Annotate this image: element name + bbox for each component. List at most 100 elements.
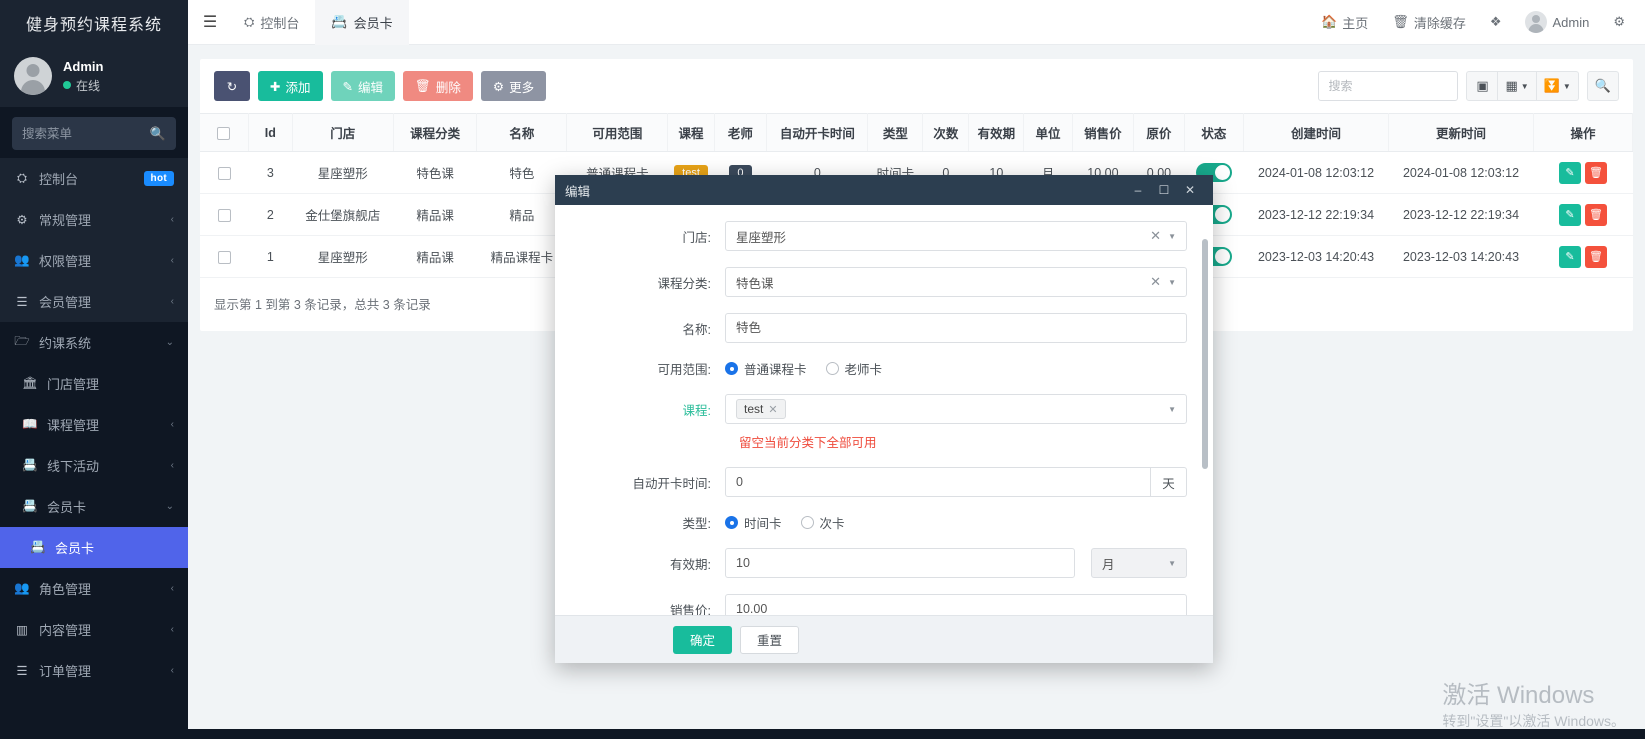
refresh-button[interactable]: ↻ — [214, 71, 250, 101]
store-select[interactable]: 星座塑形 ✕ ▼ — [725, 221, 1187, 251]
name-input[interactable]: 特色 — [725, 313, 1187, 343]
sale-price-input[interactable]: 10.00 — [725, 594, 1187, 615]
sidebar-item-角色管理[interactable]: 👥 角色管理 ‹ — [0, 568, 188, 609]
row-select-cell[interactable] — [200, 193, 249, 236]
topbar-right: 🏠 主页 🗑 清除缓存 ❖ Admin ⚙ — [1309, 0, 1645, 45]
upload-icon: ⏬ — [1543, 78, 1560, 93]
modal-scrollbar[interactable] — [1202, 239, 1208, 469]
reset-button[interactable]: 重置 — [740, 625, 800, 654]
column-header-Id: Id — [248, 113, 293, 152]
field-type-label: 类型: — [682, 517, 711, 531]
edit-button[interactable]: ✎ 编辑 — [330, 71, 395, 101]
maximize-icon[interactable]: ☐ — [1151, 183, 1177, 197]
row-select-cell[interactable] — [200, 235, 249, 278]
course-tag[interactable]: test ✕ — [736, 399, 786, 419]
tab-会员卡[interactable]: 📇 会员卡 — [315, 0, 409, 45]
menu-search-input[interactable] — [22, 126, 142, 141]
topbar-fullscreen[interactable]: ❖ — [1478, 0, 1514, 45]
fullscreen-table-icon[interactable]: ▣ — [1466, 71, 1499, 101]
scope-option-teacher[interactable]: 老师卡 — [825, 359, 883, 378]
sidebar-item-线下活动[interactable]: 📇 线下活动 ‹ — [0, 445, 188, 486]
taskbar — [0, 729, 1645, 739]
scope-option-normal[interactable]: 普通课程卡 — [725, 359, 807, 378]
course-multiselect[interactable]: test ✕ ▼ — [725, 394, 1187, 424]
sidebar-badge: hot — [143, 171, 174, 186]
close-icon[interactable]: ✕ — [1177, 183, 1203, 197]
type-option-count[interactable]: 次卡 — [800, 513, 845, 532]
topbar-settings[interactable]: ⚙ — [1601, 0, 1637, 45]
course-tag-label: test — [744, 402, 764, 416]
chevron-down-icon: ▼ — [1168, 558, 1176, 568]
sidebar-item-会员管理[interactable]: ☰ 会员管理 ‹ — [0, 281, 188, 322]
more-button[interactable]: ⚙ 更多 — [480, 71, 547, 101]
sidebar-item-内容管理[interactable]: ▥ 内容管理 ‹ — [0, 609, 188, 650]
select-all-header[interactable] — [200, 113, 249, 152]
sidebar-item-课程管理[interactable]: 📖 课程管理 ‹ — [0, 404, 188, 445]
field-course-label: 课程: — [682, 403, 711, 418]
topbar-clear-cache[interactable]: 🗑 清除缓存 — [1380, 0, 1478, 45]
cell-category: 精品课 — [393, 235, 477, 278]
row-delete-button[interactable]: 🗑 — [1585, 203, 1607, 226]
sidebar-user[interactable]: Admin 在线 — [0, 45, 188, 107]
valid-unit-select[interactable]: 月 ▼ — [1091, 548, 1187, 578]
gear-icon: ⚙ — [492, 79, 505, 94]
row-edit-button[interactable]: ✎ — [1559, 203, 1581, 226]
select-all-checkbox[interactable] — [217, 126, 231, 140]
remove-tag-icon[interactable]: ✕ — [768, 403, 777, 416]
advanced-search-icon[interactable]: 🔍 — [1586, 71, 1619, 101]
field-valid: 有效期: 10 月 ▼ — [555, 548, 1213, 578]
refresh-icon: ↻ — [226, 79, 238, 94]
columns-toggle-icon[interactable]: ▦ ▼ — [1498, 71, 1537, 101]
topbar-user[interactable]: Admin — [1513, 0, 1601, 45]
field-valid-label: 有效期: — [670, 557, 711, 572]
type-option-time[interactable]: 时间卡 — [725, 513, 782, 532]
sidebar-item-门店管理[interactable]: 🏛 门店管理 — [0, 363, 188, 404]
valid-input[interactable]: 10 — [725, 548, 1075, 578]
topbar-home[interactable]: 🏠 主页 — [1309, 0, 1380, 45]
column-header-名称: 名称 — [476, 113, 568, 152]
columns-icon: ▥ — [16, 623, 28, 637]
table-header-row: Id 门店 课程分类 名称 可用范围 课程 老师 自动开卡时间 类型 次数 有效期 单位 销售价 原价 状态… — [200, 113, 1633, 152]
home-icon: 🏠 — [1321, 14, 1338, 29]
clear-icon[interactable]: ✕ — [1150, 274, 1161, 290]
search-icon[interactable]: 🔍 — [150, 126, 166, 142]
sidebar-item-权限管理[interactable]: 👥 权限管理 ‹ — [0, 240, 188, 281]
search-input[interactable] — [1318, 71, 1459, 101]
field-scope: 可用范围: 普通课程卡 老师卡 — [555, 359, 1213, 378]
minimize-icon[interactable]: – — [1125, 183, 1151, 197]
row-delete-button[interactable]: 🗑 — [1585, 245, 1607, 268]
user-status: 在线 — [63, 77, 103, 94]
row-edit-button[interactable]: ✎ — [1559, 245, 1581, 268]
clear-icon[interactable]: ✕ — [1150, 228, 1161, 244]
row-checkbox[interactable] — [217, 208, 231, 222]
sidebar-item-会员卡[interactable]: 📇 会员卡 — [0, 527, 188, 568]
confirm-button[interactable]: 确定 — [673, 625, 733, 654]
row-checkbox[interactable] — [217, 250, 231, 264]
radio-icon — [825, 362, 839, 375]
delete-button[interactable]: 🗑 删除 — [403, 71, 473, 101]
sidebar-item-订单管理[interactable]: ☰ 订单管理 ‹ — [0, 650, 188, 691]
tab-控制台[interactable]: ⛭ 控制台 — [228, 0, 315, 45]
sidebar-item-label: 权限管理 — [39, 254, 92, 269]
sidebar-item-约课系统[interactable]: 🗁 约课系统 ⌄ — [0, 322, 188, 363]
sidebar-item-控制台[interactable]: ⛭ 控制台 hot — [0, 158, 188, 199]
app-root: 健身预约课程系统 Admin 在线 🔍 ⛭控制台hot⚙常规管理‹👥权限管理‹☰… — [0, 0, 1645, 739]
row-edit-button[interactable]: ✎ — [1559, 161, 1581, 184]
row-select-cell[interactable] — [200, 151, 249, 194]
topbar: ☰ ⛭ 控制台 📇 会员卡 🏠 主页 🗑 清除缓存 ❖ Admin ⚙ — [188, 0, 1645, 45]
menu-search[interactable]: 🔍 — [12, 117, 176, 150]
toolbar-right: ▣ ▦ ▼ ⏬ ▼ 🔍 — [1318, 71, 1619, 101]
add-button[interactable]: ✚ 添加 — [258, 71, 323, 101]
hamburger-icon[interactable]: ☰ — [192, 12, 228, 32]
row-checkbox[interactable] — [217, 166, 231, 180]
row-delete-button[interactable]: 🗑 — [1585, 161, 1607, 184]
auto-open-input[interactable]: 0 — [725, 467, 1151, 497]
category-select[interactable]: 特色课 ✕ ▼ — [725, 267, 1187, 297]
scope-option-teacher-label: 老师卡 — [844, 363, 883, 377]
sidebar-item-会员卡[interactable]: 📇 会员卡 ⌄ — [0, 486, 188, 527]
folder-icon: 🗁 — [14, 334, 30, 348]
cell-updated: 2024-01-08 12:03:12 — [1388, 151, 1534, 194]
sidebar-item-常规管理[interactable]: ⚙ 常规管理 ‹ — [0, 199, 188, 240]
modal-titlebar[interactable]: 编辑 – ☐ ✕ — [555, 175, 1213, 205]
export-icon[interactable]: ⏬ ▼ — [1536, 71, 1579, 101]
